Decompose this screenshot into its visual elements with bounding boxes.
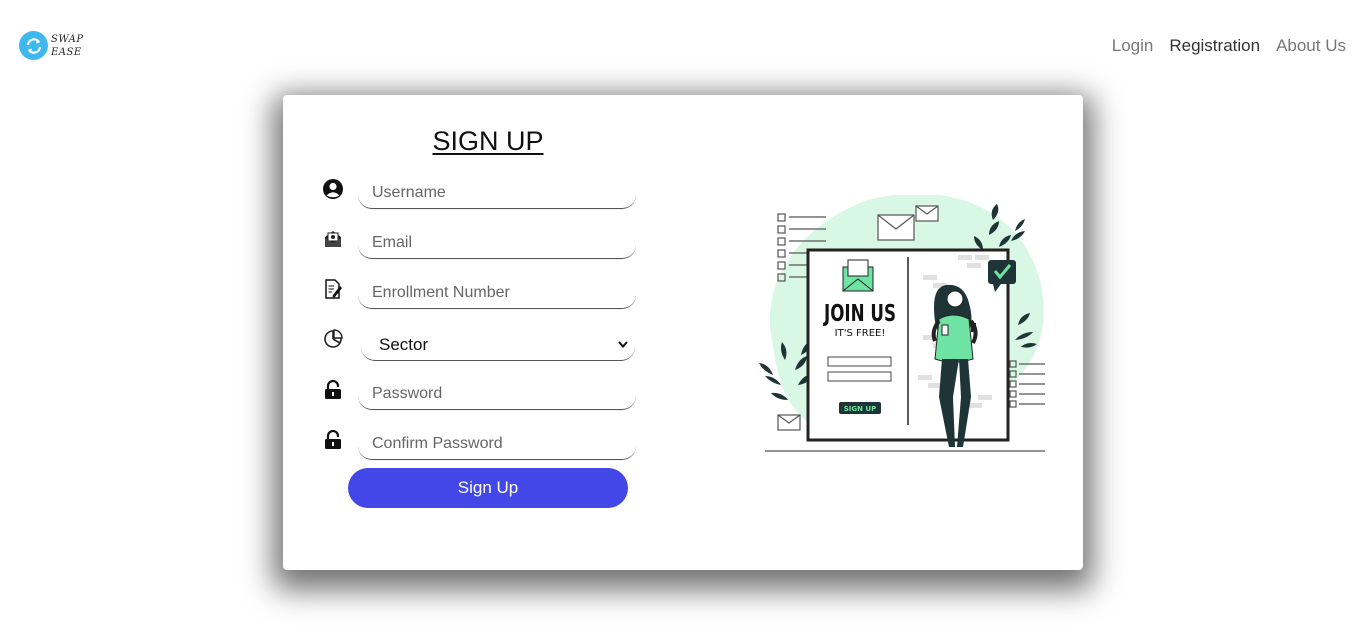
- lock-icon: [321, 428, 345, 452]
- nav-about-link[interactable]: About Us: [1276, 36, 1346, 56]
- signup-card: SIGN UP Sector: [283, 95, 1083, 570]
- form-title: SIGN UP: [432, 126, 544, 156]
- document-edit-icon: [321, 277, 345, 301]
- confirm-password-input[interactable]: [358, 428, 636, 460]
- username-input[interactable]: [358, 177, 636, 209]
- illustration-button-label: SIGN UP: [844, 405, 877, 413]
- brand-line-2: EASE: [51, 46, 82, 58]
- sign-up-button[interactable]: Sign Up: [348, 468, 628, 508]
- illustration-headline: JOIN US: [823, 301, 896, 327]
- join-us-illustration: JOIN US IT'S FREE! SIGN UP: [759, 195, 1045, 452]
- brand-name: SWAP EASE: [51, 33, 84, 59]
- enrollment-number-input[interactable]: [358, 277, 636, 309]
- chevron-down-icon: [617, 335, 629, 355]
- sector-select[interactable]: Sector: [361, 329, 635, 361]
- brand-logo[interactable]: SWAP EASE: [19, 31, 84, 60]
- illustration-subline: IT'S FREE!: [835, 328, 886, 339]
- password-input[interactable]: [358, 378, 636, 410]
- nav-registration-link[interactable]: Registration: [1169, 36, 1260, 56]
- top-nav: Login Registration About Us: [1096, 36, 1346, 56]
- mail-icon: [321, 227, 345, 251]
- user-icon: [321, 177, 345, 201]
- sector-selected-value: Sector: [379, 334, 429, 354]
- pie-chart-icon: [321, 327, 345, 351]
- swap-icon: [19, 31, 48, 60]
- brand-line-1: SWAP: [51, 33, 84, 45]
- lock-icon: [321, 378, 345, 402]
- email-input[interactable]: [358, 227, 636, 259]
- nav-login-link[interactable]: Login: [1112, 36, 1154, 56]
